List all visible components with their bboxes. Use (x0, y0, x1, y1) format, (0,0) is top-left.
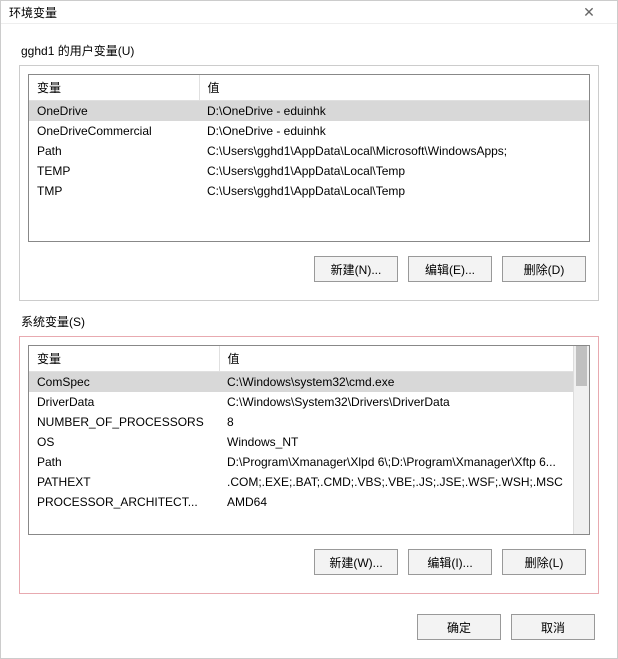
var-name: Path (29, 452, 219, 472)
var-name: OneDrive (29, 101, 199, 122)
table-row[interactable]: NUMBER_OF_PROCESSORS8 (29, 412, 589, 432)
env-dialog: 环境变量 ✕ gghd1 的用户变量(U) 变量 值 OneDriveD:\On… (0, 0, 618, 659)
user-edit-button[interactable]: 编辑(E)... (408, 256, 492, 282)
var-value: .COM;.EXE;.BAT;.CMD;.VBS;.VBE;.JS;.JSE;.… (219, 472, 589, 492)
var-name: OneDriveCommercial (29, 121, 199, 141)
table-row[interactable]: OSWindows_NT (29, 432, 589, 452)
table-row[interactable]: PATHEXT.COM;.EXE;.BAT;.CMD;.VBS;.VBE;.JS… (29, 472, 589, 492)
col-header-value[interactable]: 值 (219, 346, 589, 372)
user-new-button[interactable]: 新建(N)... (314, 256, 398, 282)
window-title: 环境变量 (9, 4, 569, 21)
table-row[interactable]: PathC:\Users\gghd1\AppData\Local\Microso… (29, 141, 589, 161)
table-row[interactable]: ComSpecC:\Windows\system32\cmd.exe (29, 372, 589, 393)
scrollbar[interactable] (573, 346, 589, 534)
sys-buttons: 新建(W)... 编辑(I)... 删除(L) (28, 535, 590, 585)
var-name: PROCESSOR_ARCHITECT... (29, 492, 219, 512)
var-name: NUMBER_OF_PROCESSORS (29, 412, 219, 432)
ok-button[interactable]: 确定 (417, 614, 501, 640)
sys-edit-button[interactable]: 编辑(I)... (408, 549, 492, 575)
var-value: C:\Users\gghd1\AppData\Local\Microsoft\W… (199, 141, 589, 161)
table-row[interactable]: PathD:\Program\Xmanager\Xlpd 6\;D:\Progr… (29, 452, 589, 472)
var-value: D:\OneDrive - eduinhk (199, 101, 589, 122)
col-header-name[interactable]: 变量 (29, 346, 219, 372)
sys-new-button[interactable]: 新建(W)... (314, 549, 398, 575)
col-header-value[interactable]: 值 (199, 75, 589, 101)
sys-vars-group: 变量 值 ComSpecC:\Windows\system32\cmd.exeD… (19, 336, 599, 594)
scroll-thumb[interactable] (576, 346, 587, 386)
table-row[interactable]: TMPC:\Users\gghd1\AppData\Local\Temp (29, 181, 589, 201)
table-row[interactable]: PROCESSOR_ARCHITECT...AMD64 (29, 492, 589, 512)
col-header-name[interactable]: 变量 (29, 75, 199, 101)
var-name: TEMP (29, 161, 199, 181)
table-row[interactable]: TEMPC:\Users\gghd1\AppData\Local\Temp (29, 161, 589, 181)
var-name: PATHEXT (29, 472, 219, 492)
var-value: C:\Windows\System32\Drivers\DriverData (219, 392, 589, 412)
table-row[interactable]: OneDriveCommercialD:\OneDrive - eduinhk (29, 121, 589, 141)
var-value: C:\Users\gghd1\AppData\Local\Temp (199, 181, 589, 201)
var-value: 8 (219, 412, 589, 432)
sys-delete-button[interactable]: 删除(L) (502, 549, 586, 575)
var-name: OS (29, 432, 219, 452)
var-value: C:\Windows\system32\cmd.exe (219, 372, 589, 393)
var-value: Windows_NT (219, 432, 589, 452)
var-name: ComSpec (29, 372, 219, 393)
var-name: DriverData (29, 392, 219, 412)
var-value: AMD64 (219, 492, 589, 512)
titlebar: 环境变量 ✕ (1, 1, 617, 24)
dialog-footer: 确定 取消 (1, 600, 617, 658)
var-value: D:\OneDrive - eduinhk (199, 121, 589, 141)
user-delete-button[interactable]: 删除(D) (502, 256, 586, 282)
cancel-button[interactable]: 取消 (511, 614, 595, 640)
close-icon[interactable]: ✕ (569, 4, 609, 21)
user-vars-group: 变量 值 OneDriveD:\OneDrive - eduinhkOneDri… (19, 65, 599, 301)
var-value: D:\Program\Xmanager\Xlpd 6\;D:\Program\X… (219, 452, 589, 472)
user-vars-table[interactable]: 变量 值 OneDriveD:\OneDrive - eduinhkOneDri… (28, 74, 590, 242)
content: gghd1 的用户变量(U) 变量 值 OneDriveD:\OneDrive … (1, 24, 617, 600)
sys-vars-label: 系统变量(S) (21, 313, 599, 330)
table-row[interactable]: DriverDataC:\Windows\System32\Drivers\Dr… (29, 392, 589, 412)
table-row[interactable]: OneDriveD:\OneDrive - eduinhk (29, 101, 589, 122)
user-buttons: 新建(N)... 编辑(E)... 删除(D) (28, 242, 590, 292)
sys-vars-table[interactable]: 变量 值 ComSpecC:\Windows\system32\cmd.exeD… (28, 345, 590, 535)
user-vars-label: gghd1 的用户变量(U) (21, 42, 599, 59)
var-name: TMP (29, 181, 199, 201)
var-value: C:\Users\gghd1\AppData\Local\Temp (199, 161, 589, 181)
var-name: Path (29, 141, 199, 161)
